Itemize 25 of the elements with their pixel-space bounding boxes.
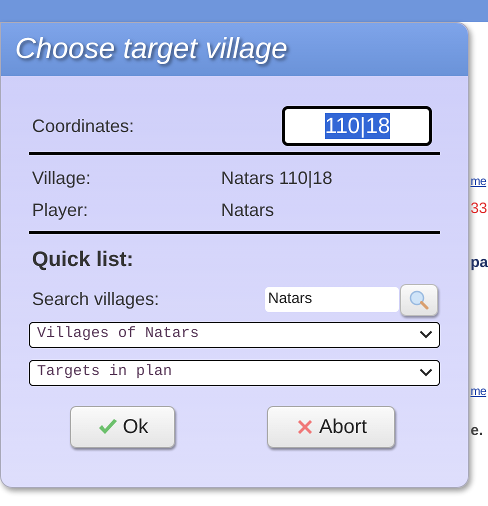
village-label: Village: [32, 166, 92, 190]
search-icon [408, 288, 430, 310]
ok-button[interactable]: Ok [70, 406, 175, 448]
player-label: Player: [32, 198, 90, 222]
coordinates-field[interactable]: 110|18 [282, 106, 432, 146]
page-text: me [470, 383, 486, 400]
page-text: pa [470, 254, 488, 272]
abort-button[interactable]: Abort [267, 406, 395, 448]
caret-icon [419, 330, 434, 339]
dropdown[interactable]: Villages of Natars [29, 322, 440, 348]
caret-icon [419, 368, 434, 377]
village-value: Natars 110|18 [221, 166, 332, 190]
search-field[interactable]: Natars [265, 287, 399, 312]
search-button[interactable] [400, 284, 438, 316]
coordinates-label: Coordinates: [31, 114, 134, 138]
quick-list-heading: Quick list: [31, 247, 135, 273]
search-label: Search villages: [32, 288, 160, 311]
check-icon [96, 418, 119, 436]
dialog-title: Choose target village [15, 32, 288, 67]
page-text: e. [470, 422, 483, 440]
player-value: Natars [221, 198, 274, 222]
dropdown[interactable]: Targets in plan [29, 360, 440, 386]
coordinates-value: 110|18 [324, 113, 390, 139]
page-text: 33 [470, 200, 488, 218]
page-text: me [470, 173, 486, 190]
